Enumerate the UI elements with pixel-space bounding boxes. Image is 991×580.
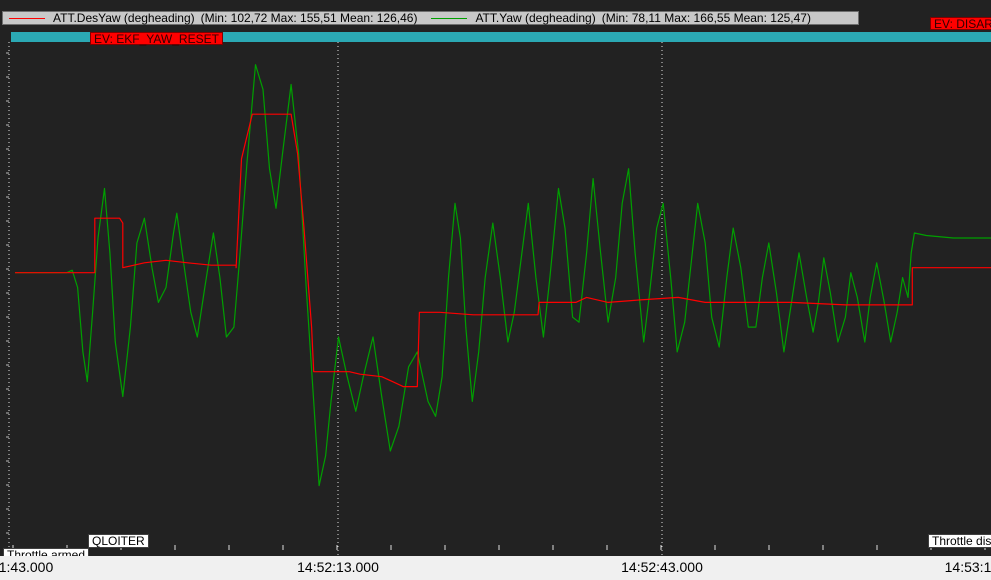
- mode-qloiter[interactable]: QLOITER: [88, 534, 149, 548]
- event-ekf-yaw-reset[interactable]: EV: EKF_YAW_RESET: [90, 32, 223, 46]
- plot-background: [0, 0, 991, 556]
- mode-throttle-disarmed[interactable]: Throttle dis: [928, 534, 991, 548]
- plot-area[interactable]: [0, 0, 991, 556]
- time-label-3: 14:53:1: [944, 559, 991, 575]
- legend-entry-yaw[interactable]: ATT.Yaw (degheading) (Min: 78,11 Max: 16…: [431, 11, 811, 25]
- time-label-0: 1:43.000: [0, 559, 54, 575]
- legend[interactable]: ATT.DesYaw (degheading) (Min: 102,72 Max…: [2, 11, 859, 25]
- legend-yaw-stats: (Min: 78,11 Max: 166,55 Mean: 125,47): [601, 11, 811, 25]
- legend-yaw-name: ATT.Yaw (degheading): [475, 11, 596, 25]
- legend-desyaw-name: ATT.DesYaw (degheading): [53, 11, 195, 25]
- log-graph[interactable]: EV: EKF_YAW_RESET EV: DISAR ATT.DesYaw (…: [0, 0, 991, 580]
- event-disarm[interactable]: EV: DISAR: [930, 17, 991, 31]
- legend-desyaw-stats: (Min: 102,72 Max: 155,51 Mean: 126,46): [200, 11, 418, 25]
- desyaw-swatch: [9, 17, 45, 19]
- legend-entry-desyaw[interactable]: ATT.DesYaw (degheading) (Min: 102,72 Max…: [9, 11, 417, 25]
- time-label-1: 14:52:13.000: [297, 559, 379, 575]
- yaw-swatch: [431, 17, 468, 19]
- time-axis: 1:43.000 14:52:13.000 14:52:43.000 14:53…: [0, 556, 991, 580]
- time-label-2: 14:52:43.000: [621, 559, 703, 575]
